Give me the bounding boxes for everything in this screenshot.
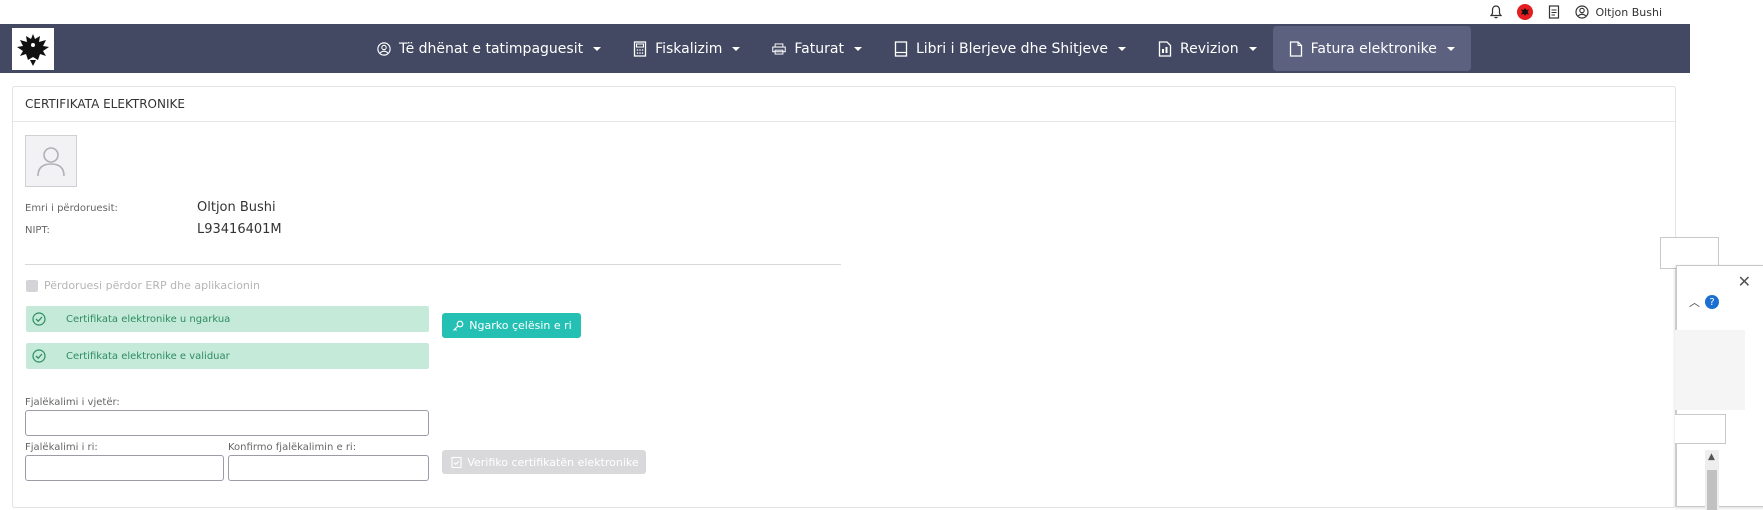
widget-input[interactable] [1675, 414, 1726, 444]
flag-albania-icon[interactable] [1517, 4, 1534, 20]
clipboard-check-icon [449, 455, 463, 469]
erp-checkbox[interactable] [26, 279, 38, 292]
user-value: Oltjon Bushi [197, 200, 276, 215]
calculator-icon [633, 40, 647, 57]
side-widget: ✕ ︿ ? ▲ [1675, 265, 1763, 510]
alert-text: Certifikata elektronike e validuar [66, 350, 230, 362]
nav-item-revizion[interactable]: Revizion [1142, 24, 1273, 73]
certificate-panel: CERTIFIKATA ELEKTRONIKE Emri i përdorues… [12, 86, 1676, 508]
document-icon[interactable] [1547, 5, 1561, 19]
nipt-label: NIPT: [25, 225, 50, 236]
top-utility-bar: Oltjon Bushi [0, 0, 1690, 24]
old-password-field[interactable] [25, 410, 429, 436]
user-circle-icon [377, 41, 391, 56]
nav-item-label: Fatura elektronike [1310, 40, 1437, 57]
nav-item-fatura-elektronike[interactable]: Fatura elektronike [1272, 26, 1471, 71]
key-icon [451, 319, 465, 333]
scroll-thumb[interactable] [1707, 470, 1717, 510]
avatar [25, 135, 77, 187]
chevron-down-icon [1248, 46, 1257, 51]
new-password-field[interactable] [25, 455, 224, 481]
check-circle-icon [32, 349, 46, 363]
user-menu[interactable]: Oltjon Bushi [1575, 5, 1662, 19]
nipt-value: L93416401M [197, 222, 282, 237]
alert-text: Certifikata elektronike u ngarkua [66, 313, 231, 325]
chevron-down-icon [593, 46, 602, 51]
printer-icon [772, 42, 787, 56]
close-icon[interactable]: ✕ [1738, 272, 1751, 291]
nav-item-label: Fiskalizim [655, 40, 723, 57]
scroll-up-icon[interactable]: ▲ [1708, 452, 1715, 462]
chevron-down-icon [732, 46, 741, 51]
verify-certificate-button[interactable]: Verifiko certifikatën elektronike [442, 450, 646, 474]
coat-of-arms-logo[interactable] [12, 28, 54, 70]
widget-content [1675, 330, 1745, 410]
check-circle-icon [32, 312, 46, 326]
nav-item-label: Faturat [794, 40, 844, 57]
chevron-up-icon[interactable]: ︿ [1689, 294, 1700, 310]
top-right-group: Oltjon Bushi [1489, 3, 1662, 21]
bell-icon[interactable] [1489, 5, 1503, 19]
verify-certificate-label: Verifiko certifikatën elektronike [467, 455, 639, 469]
help-icon[interactable]: ? [1705, 295, 1719, 309]
chevron-down-icon [1446, 46, 1455, 51]
panel-title: CERTIFIKATA ELEKTRONIKE [13, 87, 1675, 122]
nav-item-label: Revizion [1180, 40, 1239, 57]
file-chart-icon [1158, 40, 1172, 57]
user-name: Oltjon Bushi [1595, 5, 1662, 19]
main-navbar: Të dhënat e tatimpaguesit Fiskalizim Fat… [0, 24, 1690, 73]
confirm-password-label: Konfirmo fjalëkalimin e ri: [228, 442, 357, 453]
new-password-label: Fjalëkalimi i ri: [25, 442, 98, 453]
nav-item-faturat[interactable]: Faturat [756, 24, 878, 73]
user-label: Emri i përdoruesit: [25, 203, 118, 214]
upload-new-key-label: Ngarko çelësin e ri [469, 319, 572, 332]
nav-item-label: Të dhënat e tatimpaguesit [399, 40, 584, 57]
nav-item-fiskalizim[interactable]: Fiskalizim [617, 24, 756, 73]
old-password-label: Fjalëkalimi i vjetër: [25, 397, 120, 408]
erp-checkbox-row[interactable]: Përdoruesi përdor ERP dhe aplikacionin [26, 279, 260, 292]
alert-certificate-uploaded: Certifikata elektronike u ngarkua [26, 306, 429, 332]
nav-item-label: Libri i Blerjeve dhe Shitjeve [915, 40, 1109, 57]
book-icon [894, 40, 908, 57]
chevron-down-icon [853, 46, 862, 51]
confirm-password-field[interactable] [228, 455, 429, 481]
document-icon [1289, 40, 1303, 57]
nav-menu: Të dhënat e tatimpaguesit Fiskalizim Fat… [361, 24, 1471, 73]
chevron-down-icon [1118, 46, 1127, 51]
alert-certificate-validated: Certifikata elektronike e validuar [26, 343, 429, 369]
nav-item-taxpayer-data[interactable]: Të dhënat e tatimpaguesit [361, 24, 617, 73]
user-circle-icon [1575, 5, 1590, 19]
erp-checkbox-label: Përdoruesi përdor ERP dhe aplikacionin [44, 279, 260, 292]
nav-item-libri[interactable]: Libri i Blerjeve dhe Shitjeve [878, 24, 1142, 73]
upload-new-key-button[interactable]: Ngarko çelësin e ri [442, 313, 581, 338]
divider [25, 264, 841, 265]
widget-scrollbar[interactable]: ▲ [1705, 450, 1719, 510]
